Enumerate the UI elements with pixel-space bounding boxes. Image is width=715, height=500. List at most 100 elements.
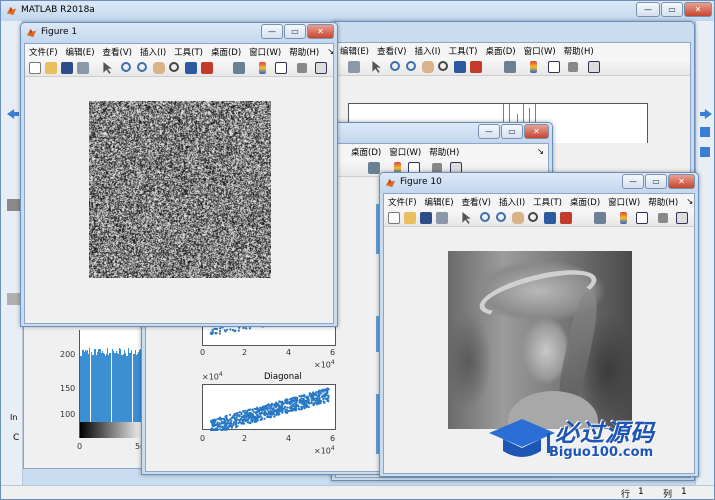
- data-cursor-icon[interactable]: [454, 61, 466, 73]
- f1-menu-edit[interactable]: 编辑(E): [66, 46, 95, 58]
- f10-menu-overflow-icon[interactable]: ↘: [686, 197, 693, 207]
- scatter-menu-help[interactable]: 帮助(H): [429, 146, 459, 158]
- f1-menu-view[interactable]: 查看(V): [103, 46, 132, 58]
- link-icon[interactable]: [504, 61, 516, 73]
- f1-legend-icon[interactable]: [275, 62, 287, 74]
- print-icon[interactable]: [348, 61, 360, 73]
- f1-data-cursor-icon[interactable]: [185, 62, 197, 74]
- open-icon[interactable]: [45, 62, 57, 74]
- f1-menu-tools[interactable]: 工具(T): [174, 46, 203, 58]
- save-icon[interactable]: [61, 62, 73, 74]
- bg-menu-insert[interactable]: 插入(I): [414, 45, 440, 57]
- f10-save-icon[interactable]: [420, 212, 432, 224]
- scatter-close-button[interactable]: ✕: [524, 124, 549, 139]
- scatter-point: [327, 394, 330, 397]
- f10-pan-icon[interactable]: [512, 212, 524, 224]
- bg-menu-help[interactable]: 帮助(H): [564, 45, 594, 57]
- bg-menu-view[interactable]: 查看(V): [377, 45, 406, 57]
- scatter-point: [314, 392, 317, 395]
- bg-menu-edit[interactable]: 编辑(E): [340, 45, 369, 57]
- bg-menu-desktop[interactable]: 桌面(D): [485, 45, 515, 57]
- f1-menu-window[interactable]: 窗口(W): [249, 46, 281, 58]
- f10-brush-icon[interactable]: [560, 212, 572, 224]
- new-figure-icon[interactable]: [29, 62, 41, 74]
- f10-zoom-out-icon[interactable]: [496, 212, 506, 222]
- figure10-minimize-button[interactable]: —: [622, 174, 644, 189]
- pan-icon[interactable]: [422, 61, 434, 73]
- f1-rotate-icon[interactable]: [169, 62, 179, 72]
- scatter-minimize-button[interactable]: —: [478, 124, 500, 139]
- zoom-in-icon[interactable]: [390, 61, 400, 71]
- figure1-plot-area: [25, 77, 333, 323]
- f1-colorbar-icon[interactable]: [259, 62, 266, 74]
- f1-pan-icon[interactable]: [153, 62, 165, 74]
- scatter-link-icon[interactable]: [368, 162, 380, 174]
- histogram-axes: [79, 330, 145, 438]
- f10-data-cursor-icon[interactable]: [544, 212, 556, 224]
- maximize-button[interactable]: ▭: [661, 2, 683, 17]
- f1-show-tools-icon[interactable]: [315, 62, 327, 74]
- f1-print-icon[interactable]: [77, 62, 89, 74]
- histogram-window[interactable]: 200 150 100 0 50: [23, 319, 148, 469]
- f10-menu-window[interactable]: 窗口(W): [608, 196, 640, 208]
- f1-menu-help[interactable]: 帮助(H): [289, 46, 319, 58]
- f1-menu-desktop[interactable]: 桌面(D): [211, 46, 241, 58]
- bg-menu-window[interactable]: 窗口(W): [524, 45, 556, 57]
- scatter-point: [324, 394, 327, 397]
- f1-hide-tools-icon[interactable]: [297, 63, 307, 73]
- bg-menu-tools[interactable]: 工具(T): [449, 45, 478, 57]
- colorbar-icon[interactable]: [530, 61, 537, 73]
- f10-menu-tools[interactable]: 工具(T): [533, 196, 562, 208]
- brush-icon[interactable]: [470, 61, 482, 73]
- zoom-out-icon[interactable]: [406, 61, 416, 71]
- f1-brush-icon[interactable]: [201, 62, 213, 74]
- pointer-icon[interactable]: [372, 61, 381, 73]
- f10-colorbar-icon[interactable]: [620, 212, 627, 224]
- close-button[interactable]: ✕: [684, 2, 712, 17]
- minimize-button[interactable]: —: [636, 2, 660, 17]
- f1-menu-insert[interactable]: 插入(I): [140, 46, 166, 58]
- f10-rotate-icon[interactable]: [528, 212, 538, 222]
- f10-zoom-in-icon[interactable]: [480, 212, 490, 222]
- f1-pointer-icon[interactable]: [103, 62, 112, 74]
- f10-print-icon[interactable]: [436, 212, 448, 224]
- figure1-maximize-button[interactable]: ▭: [284, 24, 306, 39]
- hide-plot-tools-icon[interactable]: [568, 62, 578, 72]
- f1-menu-overflow-icon[interactable]: ↘: [327, 47, 333, 57]
- f10-menu-desktop[interactable]: 桌面(D): [570, 196, 600, 208]
- scatter-menu-desktop[interactable]: 桌面(D): [351, 146, 381, 158]
- f1-zoom-out-icon[interactable]: [137, 62, 147, 72]
- scatter-point: [279, 409, 282, 412]
- scatter-point: [310, 397, 313, 400]
- figure1-close-button[interactable]: ✕: [307, 24, 334, 39]
- f10-menu-file[interactable]: 文件(F): [388, 196, 417, 208]
- scatter-maximize-button[interactable]: ▭: [501, 124, 523, 139]
- f1-link-icon[interactable]: [233, 62, 245, 74]
- f10-menu-help[interactable]: 帮助(H): [648, 196, 678, 208]
- f10-legend-icon[interactable]: [636, 212, 648, 224]
- f10-menu-insert[interactable]: 插入(I): [499, 196, 525, 208]
- f10-pointer-icon[interactable]: [462, 212, 471, 224]
- scatter-menu-overflow-icon[interactable]: ↘: [537, 147, 544, 157]
- f10-menu-edit[interactable]: 编辑(E): [425, 196, 454, 208]
- f10-open-icon[interactable]: [404, 212, 416, 224]
- diagonal-y-exponent: ×104: [202, 371, 223, 382]
- figure1-minimize-button[interactable]: —: [261, 24, 283, 39]
- strip-blue-arrow-icon[interactable]: [7, 109, 19, 119]
- f10-menu-view[interactable]: 查看(V): [462, 196, 491, 208]
- strip-right-arrow-icon[interactable]: [700, 109, 712, 119]
- f1-menu-file[interactable]: 文件(F): [29, 46, 58, 58]
- f10-show-tools-icon[interactable]: [676, 212, 688, 224]
- rotate-icon[interactable]: [438, 61, 448, 71]
- figure1-window[interactable]: Figure 1 — ▭ ✕ 文件(F) 编辑(E) 查看(V) 插入(I) 工…: [20, 22, 338, 327]
- show-plot-tools-icon[interactable]: [588, 61, 600, 73]
- f1-zoom-in-icon[interactable]: [121, 62, 131, 72]
- f10-link-icon[interactable]: [594, 212, 606, 224]
- upper-xtick-6: 6: [330, 348, 336, 357]
- legend-icon[interactable]: [548, 61, 560, 73]
- f10-hide-tools-icon[interactable]: [658, 213, 668, 223]
- figure10-maximize-button[interactable]: ▭: [645, 174, 667, 189]
- scatter-menu-window[interactable]: 窗口(W): [389, 146, 421, 158]
- f10-new-figure-icon[interactable]: [388, 212, 400, 224]
- figure10-close-button[interactable]: ✕: [668, 174, 695, 189]
